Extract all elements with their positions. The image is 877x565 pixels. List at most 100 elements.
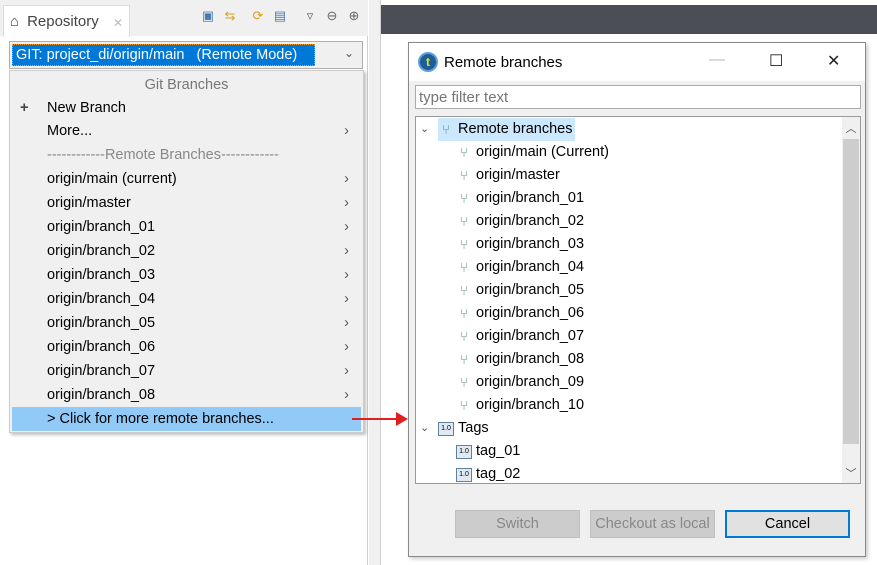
tree-node-branch[interactable]: ⑂ origin/main (Current) [456, 141, 609, 164]
home-icon: ⌂ [10, 13, 20, 30]
menu-item-branch[interactable]: origin/main (current) › [12, 167, 361, 191]
menu-item-branch[interactable]: origin/master › [12, 191, 361, 215]
view-menu-icon[interactable]: ▿ [302, 8, 318, 24]
tree-node-branch[interactable]: ⑂ origin/branch_08 [456, 348, 584, 371]
chevron-right-icon: › [344, 315, 349, 331]
menu-label: origin/branch_04 [47, 291, 156, 307]
maximize-window-icon[interactable]: ☐ [769, 51, 783, 71]
chevron-right-icon: › [344, 219, 349, 235]
branch-tree: ⌄ ⑂ Remote branches ⑂ origin/main (Current… [415, 116, 861, 484]
tab-label: Repository [27, 13, 99, 30]
scroll-down-icon[interactable]: ﹀ [842, 465, 860, 481]
tree-label: origin/branch_08 [476, 351, 585, 367]
checkout-as-local-button[interactable]: Checkout as local [590, 510, 715, 538]
maximize-icon[interactable]: ⊕ [346, 8, 362, 24]
tag-icon: 1.0 [456, 467, 472, 482]
filter-view-icon[interactable]: ▤ [272, 8, 288, 24]
menu-item-more-remote[interactable]: > Click for more remote branches... [12, 407, 361, 431]
link-editor-icon[interactable]: ⇆ [222, 8, 238, 24]
branch-icon: ⑂ [460, 352, 468, 367]
splitter[interactable] [369, 0, 381, 565]
tree-label: origin/branch_09 [476, 374, 585, 390]
tree-node-tag[interactable]: 1.0 tag_01 [456, 440, 520, 463]
menu-label: > Click for more remote branches... [47, 411, 274, 427]
chevron-down-icon[interactable]: ⌄ [420, 417, 434, 440]
menu-item-branch[interactable]: origin/branch_08 › [12, 383, 361, 407]
menu-item-branch[interactable]: origin/branch_04 › [12, 287, 361, 311]
branch-menu: Git Branches + New Branch More... › ------… [9, 70, 364, 433]
tree-label: origin/branch_02 [476, 213, 585, 229]
menu-item-branch[interactable]: origin/branch_01 › [12, 215, 361, 239]
tab-repository[interactable]: ⌂ Repository ✕ [3, 5, 130, 37]
menu-item-branch[interactable]: origin/branch_05 › [12, 311, 361, 335]
tree-node-branch[interactable]: ⑂ origin/branch_03 [456, 233, 584, 256]
branch-icon: ⑂ [460, 306, 468, 321]
menu-separator: ------------Remote Branches------------ [47, 147, 279, 163]
branch-icon: ⑂ [460, 191, 468, 206]
cancel-button[interactable]: Cancel [725, 510, 850, 538]
tree-node-tag[interactable]: 1.0 tag_02 [456, 463, 521, 483]
tree-node-remote-branches[interactable]: ⌄ ⑂ Remote branches [420, 118, 576, 141]
tree-label: origin/branch_03 [476, 236, 585, 252]
chevron-down-icon[interactable]: ⌄ [420, 118, 434, 141]
dialog-title: Remote branches [444, 53, 563, 71]
remote-branches-dialog: t Remote branches — ☐ ✕ ⌄ ⑂ Remote branch… [408, 42, 866, 557]
annotation-arrow [352, 418, 402, 420]
menu-label: origin/master [47, 195, 131, 211]
menu-label: origin/branch_02 [47, 243, 156, 259]
tree-node-branch[interactable]: ⑂ origin/master [456, 164, 560, 187]
tree-node-branch[interactable]: ⑂ origin/branch_09 [456, 371, 584, 394]
menu-label: origin/branch_03 [47, 267, 156, 283]
dialog-titlebar: t Remote branches — ☐ ✕ [409, 43, 865, 81]
close-icon[interactable]: ✕ [113, 16, 123, 30]
menu-item-branch[interactable]: origin/branch_02 › [12, 239, 361, 263]
branch-icon: ⑂ [460, 398, 468, 413]
scroll-up-icon[interactable]: ︿ [842, 120, 860, 136]
tree-node-branch[interactable]: ⑂ origin/branch_05 [456, 279, 584, 302]
tree-label: origin/master [476, 167, 560, 183]
menu-item-branch[interactable]: origin/branch_06 › [12, 335, 361, 359]
tree-label: tag_02 [476, 466, 521, 482]
minimize-icon[interactable]: ⊖ [324, 8, 340, 24]
collapse-all-icon[interactable]: ▣ [200, 8, 216, 24]
menu-label: origin/branch_01 [47, 219, 156, 235]
plus-icon: + [20, 100, 29, 116]
menu-item-more[interactable]: More... › [12, 119, 361, 143]
scrollbar-thumb[interactable] [843, 139, 859, 444]
tab-bar: ⌂ Repository ✕ ▣ ⇆ ⟳ ▤ ▿ ⊖ ⊕ [0, 0, 368, 37]
tree-node-branch[interactable]: ⑂ origin/branch_01 [456, 187, 584, 210]
branch-icon: ⑂ [460, 329, 468, 344]
tree-node-branch[interactable]: ⑂ origin/branch_02 [456, 210, 584, 233]
combo-value: GIT: project_di/origin/main (Remote Mode… [12, 44, 315, 66]
branch-icon: ⑂ [460, 237, 468, 252]
tree-node-branch[interactable]: ⑂ origin/branch_06 [456, 302, 584, 325]
tree-node-branch[interactable]: ⑂ origin/branch_07 [456, 325, 584, 348]
vertical-scrollbar[interactable]: ︿ ﹀ [842, 117, 860, 483]
editor-header [381, 5, 877, 34]
close-window-icon[interactable]: ✕ [827, 51, 840, 71]
chevron-right-icon: › [344, 363, 349, 379]
tree-node-branch[interactable]: ⑂ origin/branch_04 [456, 256, 584, 279]
branch-combo[interactable]: GIT: project_di/origin/main (Remote Mode… [9, 41, 363, 69]
menu-item-new-branch[interactable]: + New Branch [12, 96, 361, 120]
branch-icon: ⑂ [460, 375, 468, 390]
menu-label: origin/branch_05 [47, 315, 156, 331]
minimize-window-icon[interactable]: — [709, 51, 725, 69]
menu-label: origin/branch_07 [47, 363, 156, 379]
tree-label: origin/branch_05 [476, 282, 585, 298]
menu-label: More... [47, 123, 93, 139]
switch-button[interactable]: Switch [455, 510, 580, 538]
tree-node-branch[interactable]: ⑂ origin/branch_10 [456, 394, 584, 417]
branch-icon: ⑂ [460, 145, 468, 160]
tree-node-tags[interactable]: ⌄ 1.0 Tags [420, 417, 489, 440]
tree-label: tag_01 [476, 443, 521, 459]
chevron-down-icon[interactable]: ⌄ [344, 46, 354, 60]
chevron-right-icon: › [344, 243, 349, 259]
refresh-icon[interactable]: ⟳ [250, 8, 266, 24]
menu-label: origin/main (current) [47, 171, 177, 187]
menu-item-branch[interactable]: origin/branch_07 › [12, 359, 361, 383]
filter-input[interactable] [415, 85, 861, 109]
toolbar: ▣ ⇆ ⟳ ▤ ▿ ⊖ ⊕ [200, 8, 362, 24]
menu-label: New Branch [47, 100, 126, 116]
menu-item-branch[interactable]: origin/branch_03 › [12, 263, 361, 287]
